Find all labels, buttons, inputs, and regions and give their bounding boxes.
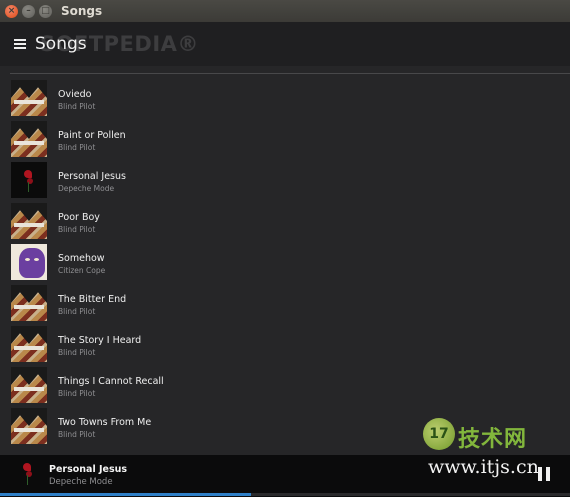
song-row[interactable]: The Bitter End Blind Pilot [0,285,570,325]
song-title: Things I Cannot Recall [58,376,164,387]
song-title: Oviedo [58,89,92,100]
window-maximize-button[interactable]: □ [39,4,52,18]
album-art [11,121,47,157]
song-title: Personal Jesus [58,171,126,182]
album-art [11,367,47,403]
album-art [11,326,47,362]
song-artist: Blind Pilot [58,102,96,111]
song-title: The Bitter End [58,294,127,305]
window-title: Songs [61,4,103,18]
playback-progress-fill [0,493,251,496]
page-title: Songs [35,34,87,54]
song-row[interactable]: The Story I Heard Blind Pilot [0,326,570,366]
maximize-icon: □ [41,5,50,16]
close-icon: × [7,5,16,16]
site-name: 技术网 [458,427,528,452]
song-artist: Blind Pilot [58,389,96,398]
now-playing-title: Personal Jesus [49,464,128,475]
song-title: Poor Boy [58,212,100,223]
album-art [11,162,47,198]
album-art [11,244,47,280]
song-artist: Citizen Cope [58,266,106,275]
song-list[interactable]: Oviedo Blind Pilot Paint or Pollen Blind… [0,74,570,454]
site-logo: 17 [423,418,455,450]
album-art [11,408,47,444]
song-artist: Blind Pilot [58,225,96,234]
song-title: Two Towns From Me [58,417,152,428]
song-title: Somehow [58,253,105,264]
pause-icon[interactable] [538,467,550,481]
song-artist: Blind Pilot [58,143,96,152]
song-artist: Blind Pilot [58,307,96,316]
now-playing-album-art [10,455,40,492]
song-row[interactable]: Somehow Citizen Cope [0,244,570,284]
hamburger-icon[interactable] [14,39,26,49]
minimize-icon: – [26,5,31,16]
album-art [11,80,47,116]
song-artist: Blind Pilot [58,430,96,439]
album-art [11,285,47,321]
song-row[interactable]: Poor Boy Blind Pilot [0,203,570,243]
site-url: www.itjs.cn [428,456,539,478]
window-minimize-button[interactable]: – [22,4,35,18]
song-row[interactable]: Things I Cannot Recall Blind Pilot [0,367,570,407]
now-playing-artist: Depeche Mode [49,477,113,487]
song-row[interactable]: Oviedo Blind Pilot [0,80,570,120]
playback-progress-bar[interactable] [0,493,570,496]
album-art [11,203,47,239]
song-artist: Depeche Mode [58,184,115,193]
song-title: Paint or Pollen [58,130,126,141]
app-header: Songs SOFTPEDIA® [0,22,570,66]
song-row[interactable]: Personal Jesus Depeche Mode [0,162,570,202]
song-artist: Blind Pilot [58,348,96,357]
window-titlebar: × – □ Songs [0,0,570,22]
song-title: The Story I Heard [58,335,142,346]
window-close-button[interactable]: × [5,4,18,18]
song-row[interactable]: Paint or Pollen Blind Pilot [0,121,570,161]
